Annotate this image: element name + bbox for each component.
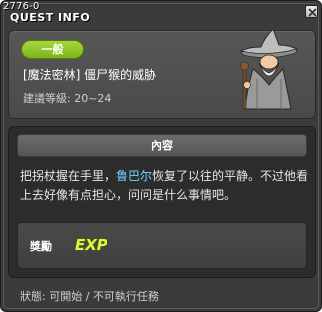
recommended-level: 建議等級: 20~24 xyxy=(23,92,112,105)
content-section-title: 內容 xyxy=(17,134,307,157)
description-text: 把拐杖握在手里， xyxy=(20,169,117,183)
quest-content-panel: 內容 把拐杖握在手里，鲁巴尔恢复了以往的平静。不过他看上去好像有点担心，问问是什… xyxy=(8,126,316,278)
close-button[interactable] xyxy=(305,5,318,18)
exp-reward-icon: EXP xyxy=(74,235,107,254)
quest-info-window: 2776-0 QUEST INFO 一般 [魔法密林] 僵尸猴的威胁 建議等級:… xyxy=(0,0,322,312)
exp-icon-text: EXP xyxy=(75,236,107,254)
close-icon xyxy=(308,8,317,17)
quest-header-panel: 一般 [魔法密林] 僵尸猴的威胁 建議等級: 20~24 xyxy=(8,29,316,119)
quest-status: 狀態: 可開始 / 不可執行任務 xyxy=(20,290,159,303)
window-title: QUEST INFO xyxy=(10,11,91,24)
quest-description: 把拐杖握在手里，鲁巴尔恢复了以往的平静。不过他看上去好像有点担心，问问是什么事情… xyxy=(20,167,312,205)
quest-name: [魔法密林] 僵尸猴的威胁 xyxy=(23,68,157,82)
quest-category-badge: 一般 xyxy=(21,40,84,59)
reward-label: 獎勵 xyxy=(30,240,52,253)
npc-name-link[interactable]: 鲁巴尔 xyxy=(116,169,152,183)
reward-box: 獎勵 EXP xyxy=(17,222,307,269)
npc-wizard-portrait xyxy=(239,29,299,110)
